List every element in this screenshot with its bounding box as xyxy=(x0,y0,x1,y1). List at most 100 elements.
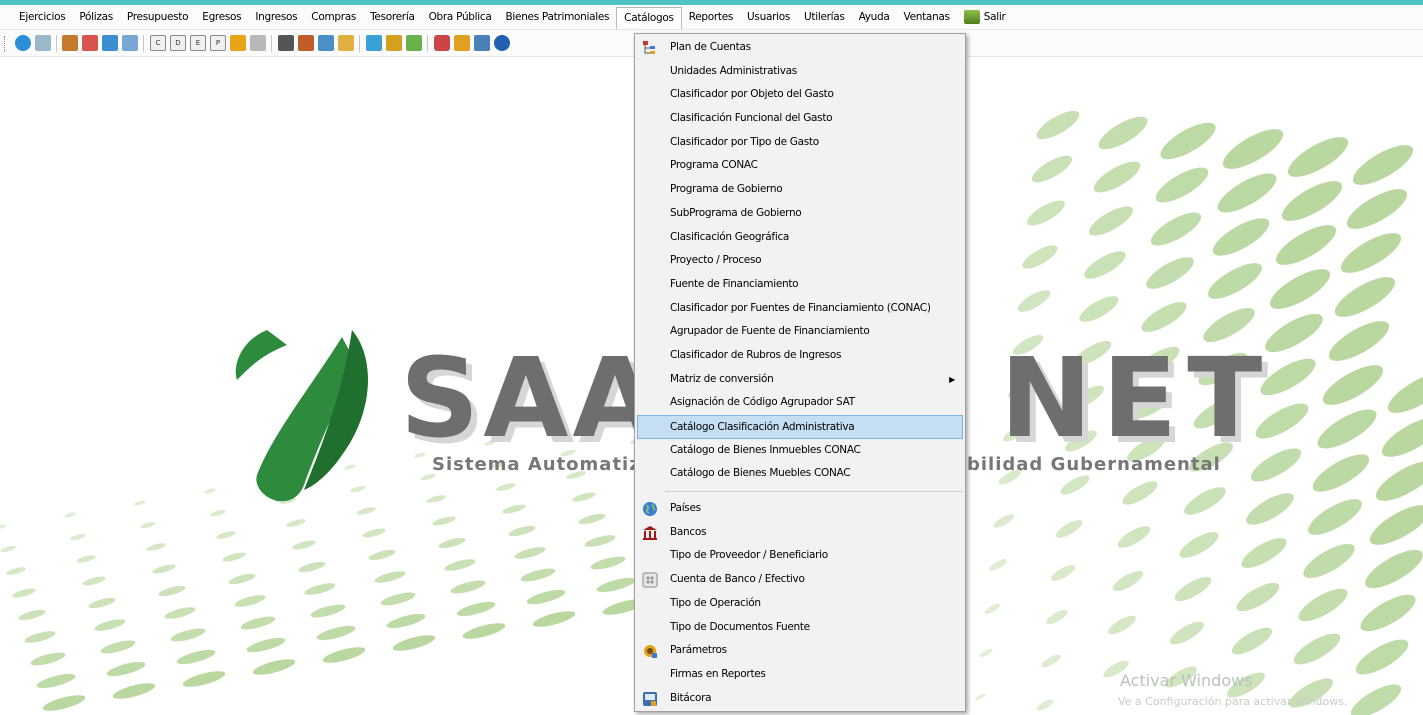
decorative-dot xyxy=(1308,499,1362,535)
menu-item-unidades-administrativas[interactable]: Unidades Administrativas xyxy=(635,60,965,84)
decorative-dot xyxy=(1055,520,1083,538)
menu-item-subprograma-gobierno[interactable]: SubPrograma de Gobierno xyxy=(635,202,965,226)
menu-ayuda[interactable]: Ayuda xyxy=(852,7,897,28)
menu-item-tipo-proveedor-beneficiario[interactable]: Tipo de Proveedor / Beneficiario xyxy=(635,544,965,568)
menu-polizas[interactable]: Pólizas xyxy=(72,7,120,28)
folder-tool-icon[interactable] xyxy=(230,35,246,51)
decorative-dot xyxy=(1041,654,1061,668)
decorative-dot xyxy=(514,547,546,559)
refresh-tool-icon[interactable] xyxy=(15,35,31,51)
menu-item-bancos[interactable]: Bancos xyxy=(635,521,965,545)
menu-ventanas[interactable]: Ventanas xyxy=(897,7,957,28)
tree-tool-icon[interactable] xyxy=(434,35,450,51)
decorative-dot xyxy=(1050,565,1076,581)
decorative-dot xyxy=(1360,594,1416,632)
decorative-dot xyxy=(1174,576,1212,602)
menu-item-clasificacion-funcional-gasto[interactable]: Clasificación Funcional del Gasto xyxy=(635,107,965,131)
users-tool-icon[interactable] xyxy=(406,35,422,51)
menu-item-fuente-financiamiento[interactable]: Fuente de Financiamiento xyxy=(635,273,965,297)
gear-tool-icon[interactable] xyxy=(454,35,470,51)
clipboard-tool-icon[interactable] xyxy=(278,35,294,51)
menu-catalogos[interactable]: Catálogos xyxy=(616,6,682,29)
decorative-dot xyxy=(1275,225,1337,265)
print-tool-icon[interactable] xyxy=(250,35,266,51)
toolbar-grip-icon[interactable] xyxy=(4,36,8,52)
decorative-dot xyxy=(1246,493,1294,525)
menu-item-clasificador-fuentes-financiamiento-conac[interactable]: Clasificador por Fuentes de Financiamien… xyxy=(635,297,965,321)
menu-item-bitacora[interactable]: Bitácora xyxy=(635,687,965,711)
decorative-dot xyxy=(1212,218,1270,256)
menu-item-asignacion-codigo-agrupador-sat[interactable]: Asignación de Código Agrupador SAT xyxy=(635,391,965,415)
decorative-dot xyxy=(380,592,416,606)
decorative-dot xyxy=(1236,582,1280,612)
log-tool-icon[interactable] xyxy=(474,35,490,51)
tools-tool-icon[interactable] xyxy=(386,35,402,51)
menu-item-clasificacion-geografica[interactable]: Clasificación Geográfica xyxy=(635,226,965,250)
menu-item-proyecto-proceso[interactable]: Proyecto / Proceso xyxy=(635,249,965,273)
package-tool-icon[interactable] xyxy=(338,35,354,51)
decorative-dot xyxy=(100,640,136,654)
e-tool-icon[interactable]: E xyxy=(190,35,206,51)
decorative-dot xyxy=(30,652,66,666)
menu-reportes[interactable]: Reportes xyxy=(682,7,740,28)
d-tool-icon[interactable]: D xyxy=(170,35,186,51)
decorative-dot xyxy=(1017,290,1051,312)
menu-item-programa-conac[interactable]: Programa CONAC xyxy=(635,154,965,178)
calculator-icon xyxy=(642,572,658,588)
document-tool-icon[interactable] xyxy=(35,35,51,51)
decorative-dot xyxy=(1150,212,1202,246)
box-tool-icon[interactable] xyxy=(62,35,78,51)
menu-item-programa-gobierno[interactable]: Programa de Gobierno xyxy=(635,178,965,202)
logo-tagline-left: Sistema Automatiz xyxy=(432,454,641,475)
decorative-dot xyxy=(988,559,1008,571)
menu-item-label: Bancos xyxy=(670,525,707,538)
menu-item-label: Cuenta de Banco / Efectivo xyxy=(670,573,805,586)
menu-compras[interactable]: Compras xyxy=(304,7,363,28)
decorative-dot xyxy=(0,524,6,530)
menu-item-clasificador-objeto-gasto[interactable]: Clasificador por Objeto del Gasto xyxy=(635,83,965,107)
menu-item-bienes-inmuebles-conac[interactable]: Catálogo de Bienes Inmuebles CONAC xyxy=(635,439,965,463)
menu-item-label: Catálogo de Bienes Inmuebles CONAC xyxy=(670,443,861,456)
decorative-dot xyxy=(1112,570,1144,592)
menu-item-parametros[interactable]: Parámetros xyxy=(635,639,965,663)
menu-item-catalogo-clasificacion-administrativa[interactable]: Catálogo Clasificación Administrativa xyxy=(637,415,963,439)
menu-item-agrupador-fuente-financiamiento[interactable]: Agrupador de Fuente de Financiamiento xyxy=(635,320,965,344)
decorative-dot xyxy=(1031,155,1073,183)
p-tool-icon[interactable]: P xyxy=(210,35,226,51)
menu-item-tipo-operacion[interactable]: Tipo de Operación xyxy=(635,592,965,616)
menu-item-cuenta-banco-efectivo[interactable]: Cuenta de Banco / Efectivo xyxy=(635,568,965,592)
grid-tool-icon[interactable] xyxy=(122,35,138,51)
submenu-arrow-icon: ▶ xyxy=(949,374,955,384)
menu-usuarios[interactable]: Usuarios xyxy=(740,7,797,28)
transfer-tool-icon[interactable] xyxy=(82,35,98,51)
menu-egresos[interactable]: Egresos xyxy=(195,7,248,28)
decorative-dot xyxy=(1155,167,1209,203)
truck-tool-icon[interactable] xyxy=(318,35,334,51)
menu-item-bienes-muebles-conac[interactable]: Catálogo de Bienes Muebles CONAC xyxy=(635,462,965,486)
menu-tesoreria[interactable]: Tesorería xyxy=(363,7,422,28)
decorative-dot xyxy=(426,495,446,503)
menu-item-tipo-documentos-fuente[interactable]: Tipo de Documentos Fuente xyxy=(635,616,965,640)
c-tool-icon[interactable]: C xyxy=(150,35,166,51)
menu-bienes-patrimoniales[interactable]: Bienes Patrimoniales xyxy=(499,7,617,28)
menu-item-paises[interactable]: Países xyxy=(635,497,965,521)
menu-item-firmas-reportes[interactable]: Firmas en Reportes xyxy=(635,663,965,687)
book-tool-icon[interactable] xyxy=(366,35,382,51)
help-tool-icon[interactable] xyxy=(494,35,510,51)
menu-salir[interactable]: Salir xyxy=(957,7,1013,28)
menu-item-clasificador-rubros-ingresos[interactable]: Clasificador de Rubros de Ingresos xyxy=(635,344,965,368)
menu-utilerias[interactable]: Utilerías xyxy=(797,7,852,28)
menu-item-matriz-conversion[interactable]: Matriz de conversión ▶ xyxy=(635,368,965,392)
edit-tool-icon[interactable] xyxy=(298,35,314,51)
menu-ingresos[interactable]: Ingresos xyxy=(248,7,304,28)
menu-ejercicios[interactable]: Ejercicios xyxy=(12,7,72,28)
decorative-dot xyxy=(1355,639,1409,675)
menu-item-clasificador-tipo-gasto[interactable]: Clasificador por Tipo de Gasto xyxy=(635,131,965,155)
decorative-dot xyxy=(216,531,236,539)
menu-item-label: Asignación de Código Agrupador SAT xyxy=(670,396,855,409)
menu-item-plan-de-cuentas[interactable]: Plan de Cuentas xyxy=(635,36,965,60)
menu-item-label: Unidades Administrativas xyxy=(670,64,797,77)
menu-presupuesto[interactable]: Presupuesto xyxy=(120,7,195,28)
save-tool-icon[interactable] xyxy=(102,35,118,51)
menu-obra-publica[interactable]: Obra Pública xyxy=(422,7,499,28)
